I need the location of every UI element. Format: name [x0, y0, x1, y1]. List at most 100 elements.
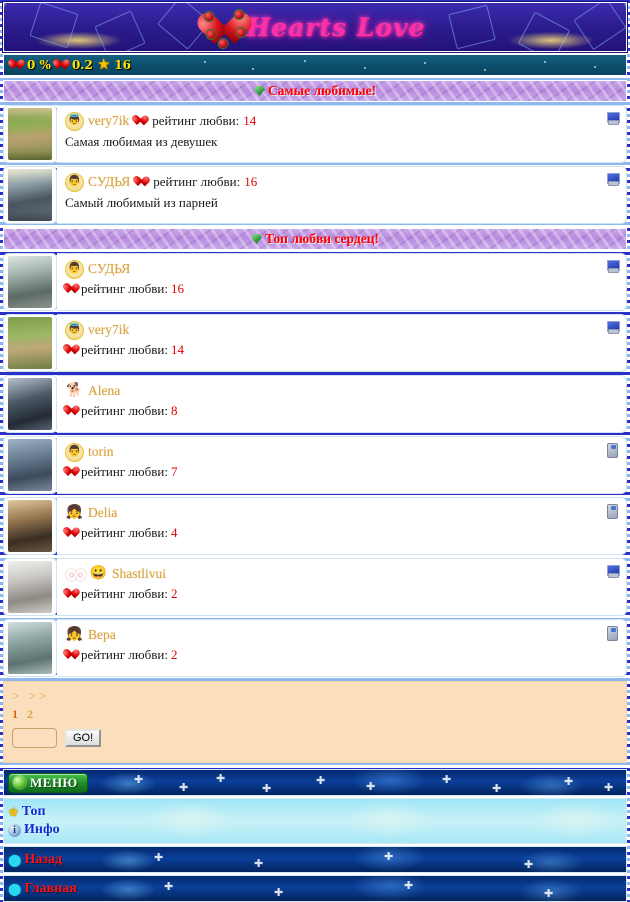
- heart-icon: [65, 466, 78, 478]
- list-item[interactable]: 👨 СУДЬЯ рейтинг любви: 16: [3, 253, 627, 311]
- user-photo-thumb[interactable]: [3, 619, 57, 677]
- username[interactable]: Alena: [88, 383, 120, 399]
- footer-link-back-bar[interactable]: ✚ ✚ ✚ ✚ ⬤ Назад: [3, 846, 627, 873]
- rating-label: рейтинг любви:: [81, 525, 168, 540]
- star-icon: ★: [96, 56, 111, 73]
- section-title: Самые любимые!: [267, 83, 377, 98]
- username[interactable]: Delia: [88, 505, 117, 521]
- rating-value: 16: [170, 281, 184, 296]
- arrow-left-icon: ⬤: [8, 852, 22, 867]
- username[interactable]: Вера: [88, 627, 116, 643]
- rating-value: 14: [170, 342, 184, 357]
- dog-avatar-icon: 🐕: [65, 383, 84, 399]
- user-photo-thumb[interactable]: [3, 314, 57, 372]
- phone-icon: [606, 626, 620, 641]
- go-button[interactable]: GO!: [65, 729, 102, 747]
- orb-icon: [13, 776, 26, 789]
- user-photo-thumb[interactable]: [3, 375, 57, 433]
- site-logo-text: Hearts Love: [246, 12, 426, 42]
- page-number-input[interactable]: [12, 728, 57, 748]
- girl-avatar-icon: 👧: [65, 505, 84, 521]
- rating-value: 14: [243, 113, 257, 128]
- footer-link-info[interactable]: i Инфо: [8, 822, 60, 838]
- heart-icon: [65, 344, 78, 356]
- gem-icon: [251, 234, 263, 244]
- list-item[interactable]: 👼 very7ik рейтинг любви: 14 Самая любима…: [3, 105, 627, 163]
- list-item-body: 👧 Вера рейтинг любви: 2: [57, 619, 627, 677]
- desktop-icon: [606, 260, 620, 273]
- phone-icon: [606, 504, 620, 519]
- list-item[interactable]: 👨 СУДЬЯ рейтинг любви: 16 Самый любимый …: [3, 166, 627, 224]
- pagination-arrows[interactable]: > >>: [12, 688, 618, 704]
- arrow-left-icon: ⬤: [8, 881, 22, 896]
- crown-icon: ♚: [8, 805, 19, 819]
- list-item-body: 👧 Delia рейтинг любви: 4: [57, 497, 627, 555]
- man-avatar-icon: 👨: [65, 259, 84, 279]
- list-item-body: ⓞⓞ 😀 Shastlivui рейтинг любви: 2: [57, 558, 627, 616]
- list-item-body: 👨 СУДЬЯ рейтинг любви: 16 Самый любимый …: [57, 166, 627, 224]
- rating-value: 8: [170, 403, 178, 418]
- rating-value: 2: [170, 647, 178, 662]
- wedding-rings-icon: ⓞⓞ: [65, 567, 87, 583]
- list-item[interactable]: 👧 Delia рейтинг любви: 4: [3, 497, 627, 555]
- username[interactable]: torin: [88, 444, 114, 460]
- user-photo-thumb[interactable]: [3, 105, 57, 163]
- username[interactable]: СУДЬЯ: [88, 174, 130, 190]
- footer-links-light: ♚ Топ i Инфо: [3, 798, 627, 844]
- rating-label: рейтинг любви:: [152, 113, 240, 128]
- status-hearts-value: 0.2: [71, 58, 93, 72]
- footer-link-top[interactable]: ♚ Топ: [8, 804, 46, 820]
- heart-icon: [65, 649, 78, 661]
- footer-link-back[interactable]: ⬤ Назад: [8, 852, 62, 868]
- user-photo-thumb[interactable]: [3, 253, 57, 311]
- rating-label: рейтинг любви:: [81, 464, 168, 479]
- username[interactable]: СУДЬЯ: [88, 261, 130, 277]
- heart-roses-icon: [204, 8, 246, 48]
- page-number-current[interactable]: 1: [12, 707, 18, 722]
- list-item[interactable]: 🐕 Alena рейтинг любви: 8: [3, 375, 627, 433]
- list-item[interactable]: ⓞⓞ 😀 Shastlivui рейтинг любви: 2: [3, 558, 627, 616]
- man-avatar-icon: 👨: [65, 172, 84, 192]
- section-title: Топ любви сердец!: [265, 231, 379, 246]
- rating-value: 4: [170, 525, 178, 540]
- heart-icon: [65, 527, 78, 539]
- footer-link-home-bar[interactable]: ✚ ✚ ✚ ✚ ⬤ Главная: [3, 875, 627, 902]
- footer-link-home[interactable]: ⬤ Главная: [8, 881, 77, 897]
- rating-value: 7: [170, 464, 178, 479]
- heart-icon: [135, 176, 148, 188]
- footer-link-label: Топ: [21, 804, 46, 819]
- heart-icon: [10, 59, 23, 71]
- user-photo-thumb[interactable]: [3, 436, 57, 494]
- footer-menu: ✚ ✚ ✚ ✚ ✚ ✚ ✚ ✚ ✚ ✚ МЕНЮ ♚ Топ i Инфо ✚ …: [3, 769, 627, 902]
- footer-link-label: Инфо: [24, 822, 60, 837]
- rating-label: рейтинг любви:: [81, 403, 168, 418]
- site-logo[interactable]: Hearts Love: [204, 8, 426, 48]
- user-photo-thumb[interactable]: [3, 497, 57, 555]
- info-icon: i: [8, 823, 21, 837]
- pagination-numbers: 1 2: [12, 707, 618, 722]
- user-description: Самая любимая из девушек: [65, 134, 218, 149]
- menu-bar: ✚ ✚ ✚ ✚ ✚ ✚ ✚ ✚ ✚ ✚ МЕНЮ: [3, 769, 627, 796]
- username[interactable]: very7ik: [88, 322, 129, 338]
- rating-label: рейтинг любви:: [81, 647, 168, 662]
- top-list: 👨 СУДЬЯ рейтинг любви: 16 👼 very7ik рейт…: [3, 253, 627, 677]
- user-photo-thumb[interactable]: [3, 558, 57, 616]
- menu-button[interactable]: МЕНЮ: [8, 772, 88, 793]
- rating-label: рейтинг любви:: [81, 281, 168, 296]
- list-item[interactable]: 👧 Вера рейтинг любви: 2: [3, 619, 627, 677]
- favorites-list: 👼 very7ik рейтинг любви: 14 Самая любима…: [3, 105, 627, 224]
- username[interactable]: very7ik: [88, 113, 129, 129]
- page-number[interactable]: 2: [27, 707, 33, 722]
- man-avatar-icon: 👨: [65, 442, 84, 462]
- user-photo-thumb[interactable]: [3, 166, 57, 224]
- girl-avatar-icon: 👧: [65, 627, 84, 643]
- desktop-icon: [606, 321, 620, 334]
- list-item-body: 👨 torin рейтинг любви: 7: [57, 436, 627, 494]
- list-item-body: 🐕 Alena рейтинг любви: 8: [57, 375, 627, 433]
- heart-icon: [55, 59, 68, 71]
- page-jump-form: GO!: [12, 728, 618, 748]
- list-item[interactable]: 👨 torin рейтинг любви: 7: [3, 436, 627, 494]
- username[interactable]: Shastlivui: [112, 566, 166, 582]
- section-header-favorites: Самые любимые!: [3, 80, 627, 102]
- list-item[interactable]: 👼 very7ik рейтинг любви: 14: [3, 314, 627, 372]
